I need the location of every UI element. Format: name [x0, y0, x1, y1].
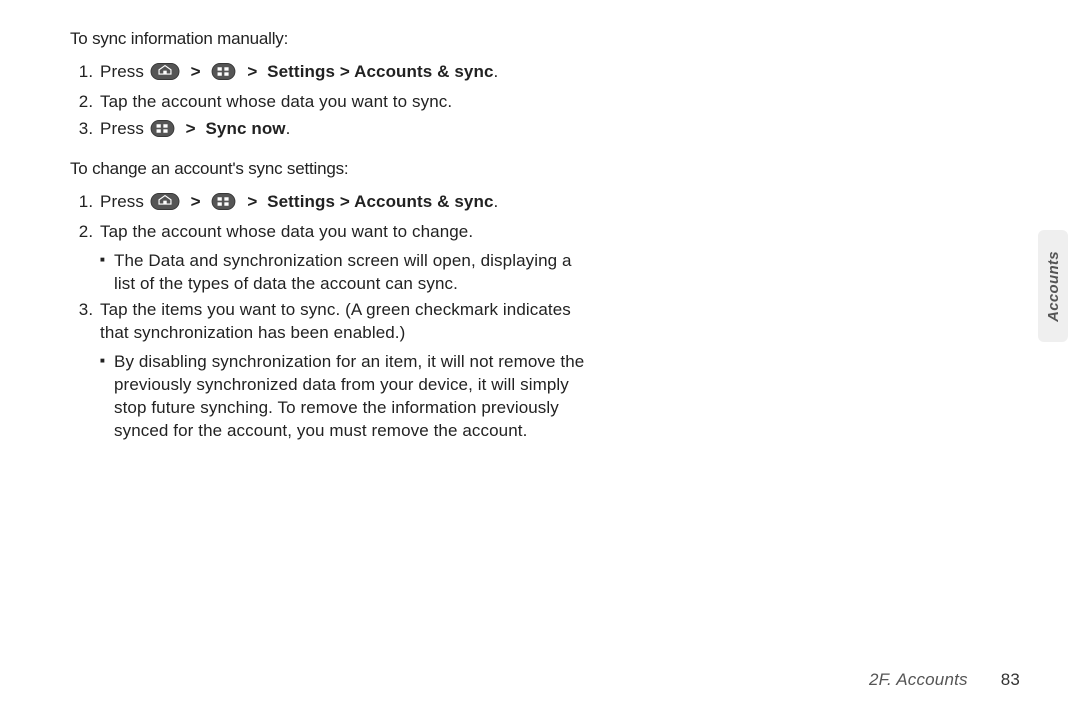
step-3-notes: By disabling synchronization for an item…: [100, 351, 590, 443]
sync-now-label: Sync now: [205, 119, 285, 138]
manual-page: To sync information manually: Press > > …: [0, 0, 1080, 720]
step-1: Press > > Settings > Accounts & sync.: [98, 191, 590, 217]
heading-sync-manual: To sync information manually:: [70, 28, 590, 51]
steps-change-settings: Press > > Settings > Accounts & sync. Ta…: [70, 191, 590, 443]
menu-key-icon: [211, 63, 236, 87]
step-3: Tap the items you want to sync. (A green…: [98, 299, 590, 443]
note: By disabling synchronization for an item…: [100, 351, 590, 443]
step-3: Press > Sync now.: [98, 118, 590, 144]
note: The Data and synchronization screen will…: [100, 250, 590, 296]
step-1: Press > > Settings > Accounts & sync.: [98, 61, 590, 87]
gt-icon: >: [191, 191, 201, 214]
footer-section: 2F. Accounts: [869, 670, 968, 689]
step-2: Tap the account whose data you want to s…: [98, 91, 590, 114]
steps-sync-manual: Press > > Settings > Accounts & sync. Ta…: [70, 61, 590, 144]
body-text: To sync information manually: Press > > …: [70, 28, 590, 443]
section-tab: Accounts: [1038, 230, 1068, 342]
home-key-icon: [150, 63, 180, 87]
gt-icon: >: [186, 118, 196, 141]
press-label: Press: [100, 192, 144, 211]
gt-icon: >: [247, 191, 257, 214]
section-tab-label: Accounts: [1045, 251, 1062, 322]
home-key-icon: [150, 193, 180, 217]
gt-icon: >: [191, 61, 201, 84]
step-3-text: Tap the items you want to sync. (A green…: [100, 300, 571, 342]
heading-change-settings: To change an account's sync settings:: [70, 158, 590, 181]
gt-icon: >: [247, 61, 257, 84]
press-label: Press: [100, 62, 144, 81]
footer-page-number: 83: [1001, 670, 1020, 689]
step-2-notes: The Data and synchronization screen will…: [100, 250, 590, 296]
page-footer: 2F. Accounts 83: [869, 670, 1020, 690]
nav-path: Settings > Accounts & sync: [267, 192, 493, 211]
step-2: Tap the account whose data you want to c…: [98, 221, 590, 296]
menu-key-icon: [150, 120, 175, 144]
step-2-text: Tap the account whose data you want to c…: [100, 222, 473, 241]
nav-path: Settings > Accounts & sync: [267, 62, 493, 81]
menu-key-icon: [211, 193, 236, 217]
press-label: Press: [100, 119, 144, 138]
